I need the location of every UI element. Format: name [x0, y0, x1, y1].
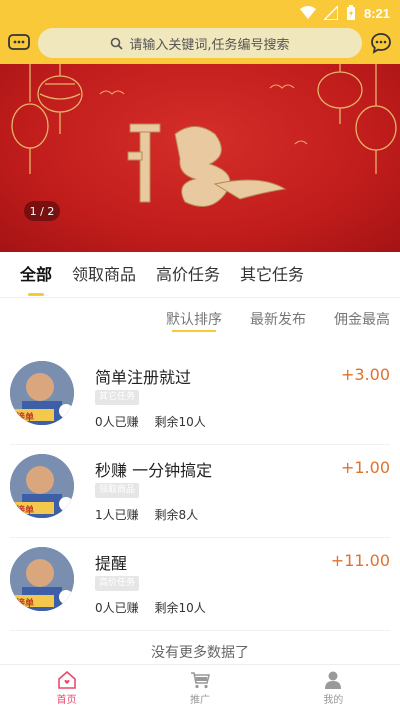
sort-default[interactable]: 默认排序: [166, 306, 222, 336]
task-item[interactable]: 接单 简单注册就过 其它任务 0人已赚 剩余10人 +3.00: [10, 352, 390, 445]
category-tabs: 全部 领取商品 高价任务 其它任务: [0, 252, 400, 298]
task-avatar: 接单: [10, 547, 74, 611]
avatar-text: 接单: [16, 413, 35, 423]
task-remaining: 剩余8人: [154, 508, 199, 522]
cart-icon: [190, 671, 210, 688]
nav-home[interactable]: 首页: [0, 665, 133, 711]
task-stats: 0人已赚 剩余10人: [95, 413, 206, 430]
task-title: 提醒: [95, 554, 128, 573]
task-price: +11.00: [330, 551, 390, 570]
task-stats: 1人已赚 剩余8人: [95, 506, 198, 523]
task-price: +3.00: [340, 365, 390, 384]
tab-other[interactable]: 其它任务: [240, 252, 304, 298]
task-price: +1.00: [340, 458, 390, 477]
tab-high-price[interactable]: 高价任务: [156, 252, 220, 298]
search-placeholder: 请输入关键词,任务编号搜索: [129, 37, 290, 53]
task-avatar: 接单: [10, 361, 74, 425]
battery-icon: [346, 5, 355, 20]
signal-icon: [323, 6, 338, 20]
avatar-text: 接单: [16, 599, 35, 609]
task-earned: 0人已赚: [95, 601, 139, 615]
tab-all[interactable]: 全部: [20, 252, 52, 298]
task-earned: 1人已赚: [95, 508, 139, 522]
search-bar[interactable]: 请输入关键词,任务编号搜索: [38, 28, 362, 58]
top-bar: 8:21 请输入关键词,任务编号搜索: [0, 0, 400, 64]
no-more-data-text: 没有更多数据了: [151, 645, 249, 661]
person-icon: [325, 671, 342, 689]
search-icon: [111, 37, 123, 50]
sort-latest[interactable]: 最新发布: [250, 306, 306, 336]
avatar-text: 接单: [16, 506, 35, 516]
task-title: 秒赚 一分钟搞定: [95, 461, 213, 480]
task-category-badge: 领取商品: [95, 483, 140, 498]
chat-bubble-icon[interactable]: [370, 32, 392, 54]
banner-pager: 1 / 2: [24, 201, 60, 221]
task-list: 接单 简单注册就过 其它任务 0人已赚 剩余10人 +3.00 接单 秒赚 一分…: [0, 352, 400, 631]
task-item[interactable]: 接单 提醒 高价任务 0人已赚 剩余10人 +11.00: [10, 538, 390, 631]
nav-promote[interactable]: 推广: [133, 665, 266, 711]
home-icon: [57, 670, 76, 689]
task-avatar: 接单: [10, 454, 74, 518]
message-icon[interactable]: [8, 34, 30, 52]
task-item[interactable]: 接单 秒赚 一分钟搞定 领取商品 1人已赚 剩余8人 +1.00: [10, 445, 390, 538]
status-time: 8:21: [363, 5, 390, 21]
tab-claim-goods[interactable]: 领取商品: [72, 252, 136, 298]
fu-new-year-illustration: [11, 64, 397, 207]
nav-promote-label: 推广: [189, 694, 210, 706]
task-remaining: 剩余10人: [154, 601, 206, 615]
bottom-nav: 首页 推广 我的: [0, 664, 400, 711]
promo-banner[interactable]: 1 / 2: [0, 64, 400, 252]
task-category-badge: 高价任务: [95, 576, 140, 591]
status-bar: 8:21: [299, 4, 390, 22]
task-remaining: 剩余10人: [154, 415, 206, 429]
wifi-icon: [299, 6, 316, 19]
task-earned: 0人已赚: [95, 415, 139, 429]
sort-bar: 默认排序 最新发布 佣金最高: [0, 306, 400, 336]
nav-mine-label: 我的: [323, 694, 344, 706]
task-stats: 0人已赚 剩余10人: [95, 599, 206, 616]
nav-home-label: 首页: [56, 694, 77, 706]
sort-commission[interactable]: 佣金最高: [334, 306, 390, 336]
task-category-badge: 其它任务: [95, 390, 140, 405]
nav-mine[interactable]: 我的: [267, 665, 400, 711]
task-title: 简单注册就过: [95, 368, 192, 387]
